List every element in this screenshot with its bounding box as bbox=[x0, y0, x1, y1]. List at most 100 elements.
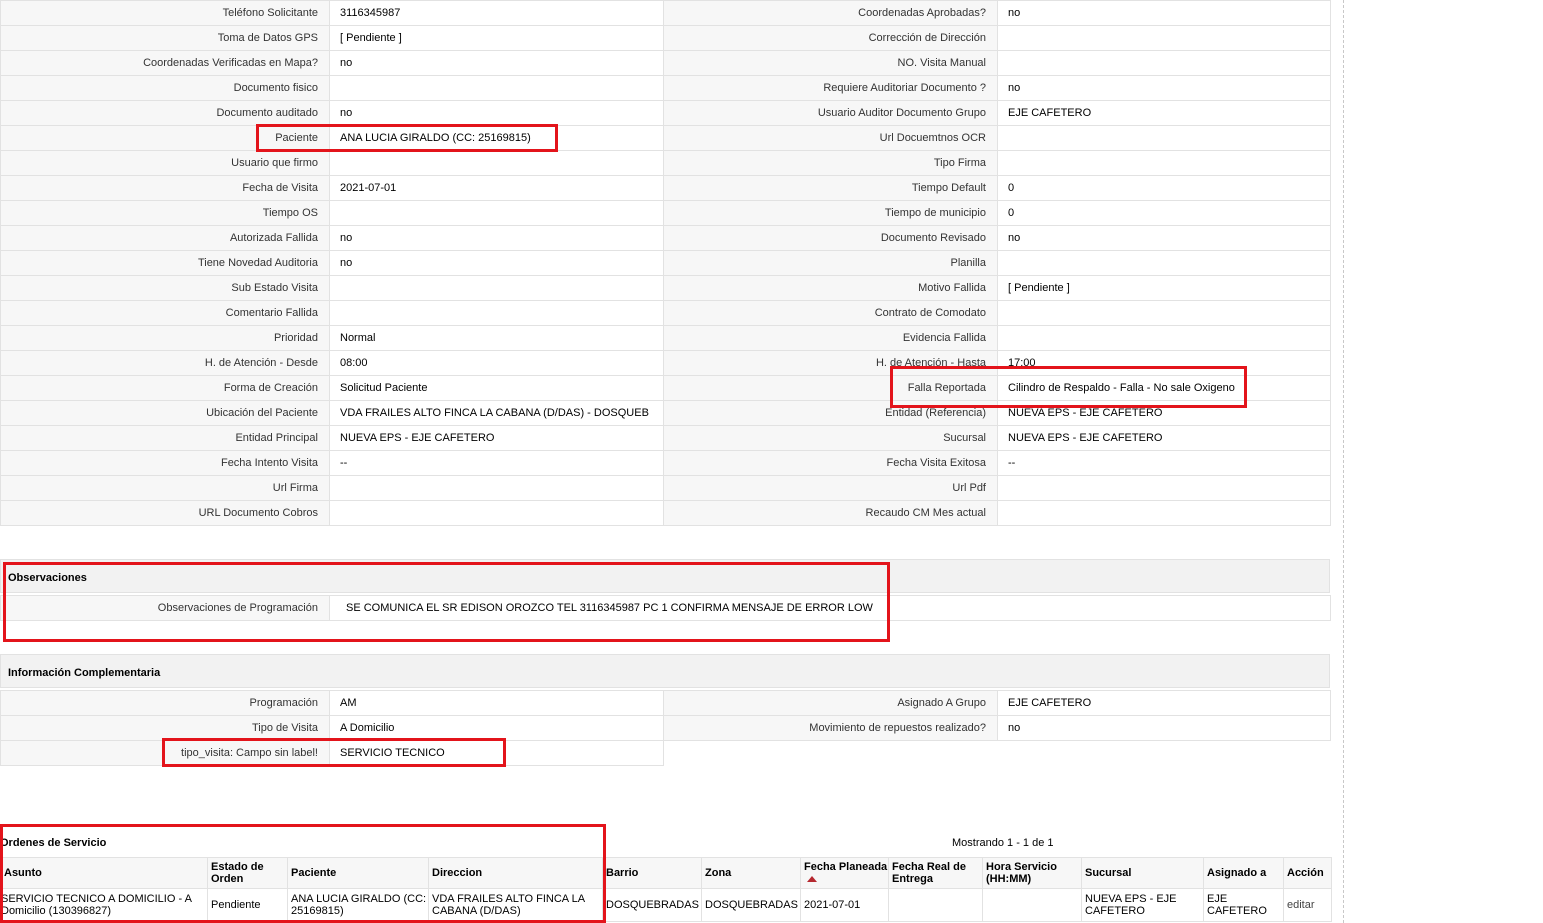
fecha-intento-visita-value: -- bbox=[329, 450, 664, 476]
url-docuemtnos-ocr-value bbox=[997, 125, 1331, 151]
sub-estado-visita-value bbox=[329, 275, 664, 301]
asignado-a-grupo-label: Asignado A Grupo bbox=[663, 690, 998, 716]
column-header-label: Hora Servicio (HH:MM) bbox=[986, 861, 1057, 885]
fecha-intento-visita-label: Fecha Intento Visita bbox=[0, 450, 330, 476]
no-visita-manual-value bbox=[997, 50, 1331, 76]
asignado-a-grupo-value: EJE CAFETERO bbox=[997, 690, 1331, 716]
highlight-falla-reportada bbox=[890, 366, 1247, 408]
column-header-hora-servicio-hh-mm[interactable]: Hora Servicio (HH:MM) bbox=[982, 857, 1082, 889]
column-header-label: Fecha Planeada bbox=[804, 861, 888, 873]
recaudo-cm-mes-actual-value bbox=[997, 500, 1331, 526]
url-pdf-value bbox=[997, 475, 1331, 501]
autorizada-fallida-label: Autorizada Fallida bbox=[0, 225, 330, 251]
highlight-paciente bbox=[256, 124, 558, 152]
tiempo-default-value: 0 bbox=[997, 175, 1331, 201]
complementaria-header: Información Complementaria bbox=[0, 654, 1330, 688]
column-header-label: Asignado a bbox=[1207, 867, 1267, 879]
coordenadas-aprobadas-label: Coordenadas Aprobadas? bbox=[663, 0, 998, 26]
documento-auditado-label: Documento auditado bbox=[0, 100, 330, 126]
documento-auditado-value: no bbox=[329, 100, 664, 126]
requiere-auditoriar-documento-value: no bbox=[997, 75, 1331, 101]
tiempo-de-municipio-label: Tiempo de municipio bbox=[663, 200, 998, 226]
usuario-auditor-documento-grupo-value: EJE CAFETERO bbox=[997, 100, 1331, 126]
column-header-label: Barrio bbox=[606, 867, 639, 879]
column-header-fecha-planeada[interactable]: Fecha Planeada bbox=[800, 857, 889, 889]
detail-row: Programación AM Asignado A Grupo EJE CAFETE… bbox=[0, 690, 1331, 716]
detail-row: Coordenadas Verificadas en Mapa? no NO. Vi… bbox=[0, 50, 1331, 76]
tipo-firma-value bbox=[997, 150, 1331, 176]
requiere-auditoriar-documento-label: Requiere Auditoriar Documento ? bbox=[663, 75, 998, 101]
contrato-de-comodato-label: Contrato de Comodato bbox=[663, 300, 998, 326]
usuario-que-firmo-label: Usuario que firmo bbox=[0, 150, 330, 176]
tipo-firma-label: Tipo Firma bbox=[663, 150, 998, 176]
detail-row: Comentario Fallida Contrato de Comodato bbox=[0, 300, 1331, 326]
column-header-fecha-real-de-entrega[interactable]: Fecha Real de Entrega bbox=[888, 857, 983, 889]
tipo-de-visita-label: Tipo de Visita bbox=[0, 715, 330, 741]
entidad-principal-label: Entidad Principal bbox=[0, 425, 330, 451]
documento-revisado-value: no bbox=[997, 225, 1331, 251]
detail-row: Tiempo OS Tiempo de municipio 0 bbox=[0, 200, 1331, 226]
column-header-zona[interactable]: Zona bbox=[701, 857, 801, 889]
detail-row: Documento auditado no Usuario Auditor Docu… bbox=[0, 100, 1331, 126]
url-documento-cobros-value bbox=[329, 500, 664, 526]
detail-row: Fecha de Visita 2021-07-01 Tiempo Default 0 bbox=[0, 175, 1331, 201]
forma-de-creacion-label: Forma de Creación bbox=[0, 375, 330, 401]
highlight-tipo-visita bbox=[162, 738, 506, 767]
motivo-fallida-value: [ Pendiente ] bbox=[997, 275, 1331, 301]
fecha-visita-exitosa-value: -- bbox=[997, 450, 1331, 476]
documento-fisico-value bbox=[329, 75, 664, 101]
coordenadas-verificadas-en-mapa-label: Coordenadas Verificadas en Mapa? bbox=[0, 50, 330, 76]
url-documento-cobros-label: URL Documento Cobros bbox=[0, 500, 330, 526]
column-header-sucursal[interactable]: Sucursal bbox=[1081, 857, 1204, 889]
documento-revisado-label: Documento Revisado bbox=[663, 225, 998, 251]
h-de-atencion-desde-value: 08:00 bbox=[329, 350, 664, 376]
page-divider bbox=[1343, 0, 1344, 923]
toma-de-datos-gps-value: [ Pendiente ] bbox=[329, 25, 664, 51]
motivo-fallida-label: Motivo Fallida bbox=[663, 275, 998, 301]
coordenadas-aprobadas-value: no bbox=[997, 0, 1331, 26]
documento-fisico-label: Documento fisico bbox=[0, 75, 330, 101]
prioridad-label: Prioridad bbox=[0, 325, 330, 351]
tipo-de-visita-value: A Domicilio bbox=[329, 715, 664, 741]
usuario-que-firmo-value bbox=[329, 150, 664, 176]
edit-link[interactable]: editar bbox=[1287, 899, 1315, 911]
column-header-label: Fecha Real de Entrega bbox=[892, 861, 966, 885]
planilla-label: Planilla bbox=[663, 250, 998, 276]
no-visita-manual-label: NO. Visita Manual bbox=[663, 50, 998, 76]
cell-barrio: DOSQUEBRADAS bbox=[602, 888, 702, 922]
column-header-barrio[interactable]: Barrio bbox=[602, 857, 702, 889]
tiene-novedad-auditoria-value: no bbox=[329, 250, 664, 276]
entidad-principal-value: NUEVA EPS - EJE CAFETERO bbox=[329, 425, 664, 451]
detail-row: Url Firma Url Pdf bbox=[0, 475, 1331, 501]
toma-de-datos-gps-label: Toma de Datos GPS bbox=[0, 25, 330, 51]
url-docuemtnos-ocr-label: Url Docuemtnos OCR bbox=[663, 125, 998, 151]
highlight-observaciones bbox=[3, 562, 890, 642]
tiempo-os-label: Tiempo OS bbox=[0, 200, 330, 226]
cell-sucursal: NUEVA EPS - EJE CAFETERO bbox=[1081, 888, 1204, 922]
visit-detail-table: Teléfono Solicitante 3116345987 Coordenada… bbox=[0, 0, 1331, 526]
comentario-fallida-label: Comentario Fallida bbox=[0, 300, 330, 326]
cell-asignado-a: EJE CAFETERO bbox=[1203, 888, 1284, 922]
movimiento-de-repuestos-realizado-label: Movimiento de repuestos realizado? bbox=[663, 715, 998, 741]
detail-row: Entidad Principal NUEVA EPS - EJE CAFETER… bbox=[0, 425, 1331, 451]
evidencia-fallida-label: Evidencia Fallida bbox=[663, 325, 998, 351]
ubicacion-del-paciente-label: Ubicación del Paciente bbox=[0, 400, 330, 426]
tiempo-default-label: Tiempo Default bbox=[663, 175, 998, 201]
column-header-asignado-a[interactable]: Asignado a bbox=[1203, 857, 1284, 889]
detail-row: Fecha Intento Visita -- Fecha Visita Exito… bbox=[0, 450, 1331, 476]
sub-estado-visita-label: Sub Estado Visita bbox=[0, 275, 330, 301]
sucursal-value: NUEVA EPS - EJE CAFETERO bbox=[997, 425, 1331, 451]
visit-detail-body: Teléfono Solicitante 3116345987 Coordenada… bbox=[0, 0, 1331, 526]
cell-fecha-planeada: 2021-07-01 bbox=[800, 888, 889, 922]
recaudo-cm-mes-actual-label: Recaudo CM Mes actual bbox=[663, 500, 998, 526]
autorizada-fallida-value: no bbox=[329, 225, 664, 251]
sucursal-label: Sucursal bbox=[663, 425, 998, 451]
complementaria-body: Programación AM Asignado A Grupo EJE CAFETE… bbox=[0, 690, 1331, 741]
prioridad-value: Normal bbox=[329, 325, 664, 351]
telefono-solicitante-label: Teléfono Solicitante bbox=[0, 0, 330, 26]
column-header-accion[interactable]: Acción bbox=[1283, 857, 1332, 889]
highlight-ordenes bbox=[0, 824, 606, 923]
sort-ascending-icon[interactable] bbox=[807, 876, 817, 882]
detail-row: Usuario que firmo Tipo Firma bbox=[0, 150, 1331, 176]
movimiento-de-repuestos-realizado-value: no bbox=[997, 715, 1331, 741]
